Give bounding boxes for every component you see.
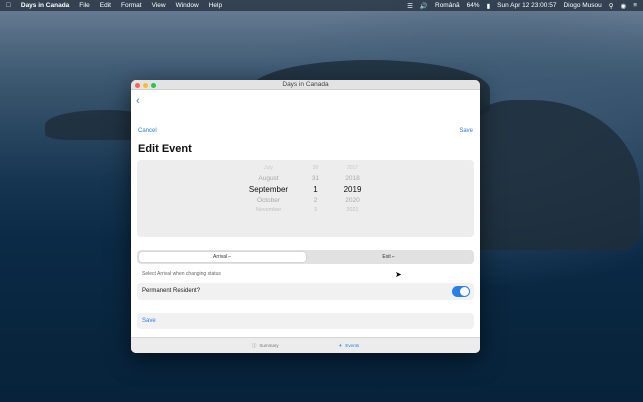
clock[interactable]: Sun Apr 12 23:00:57 — [497, 2, 556, 9]
page-title: Edit Event — [138, 143, 192, 155]
save-button[interactable]: Save — [459, 128, 473, 134]
permanent-resident-toggle[interactable] — [452, 286, 470, 297]
input-source[interactable]: Română — [435, 2, 460, 9]
segment-arrival[interactable]: Arrival ⌐ — [139, 252, 306, 262]
back-chevron-icon[interactable]: ‹ — [136, 95, 140, 107]
segment-exit[interactable]: Exit ⌐ — [306, 252, 473, 262]
menu-file[interactable]: File — [79, 2, 89, 9]
save-row-button[interactable]: Save — [137, 313, 474, 329]
menu-help[interactable]: Help — [209, 2, 222, 9]
menu-window[interactable]: Window — [176, 2, 199, 9]
menu-format[interactable]: Format — [121, 2, 142, 9]
window-title: Days in Canada — [282, 81, 329, 88]
date-picker[interactable]: July 30 2017 August 31 2018 September 1 2019 O… — [137, 160, 474, 237]
mouse-cursor-icon: ➤ — [395, 270, 402, 279]
picker-row-above: August 31 2018 — [258, 175, 360, 182]
app-window: Days in Canada ‹ Cancel Save Edit Event … — [131, 80, 480, 353]
tab-summary[interactable]: ⓘ Summary — [252, 343, 279, 349]
control-center-icon[interactable]: ≡ — [633, 2, 637, 9]
picker-day: 1 — [313, 185, 318, 194]
permanent-resident-label: Permanent Resident? — [142, 288, 201, 294]
apple-icon[interactable]:  — [6, 2, 11, 9]
picker-row-selected: September 1 2019 — [137, 185, 474, 194]
tab-bar: ⓘ Summary ✈ Events — [131, 337, 480, 353]
arrival-exit-segmented-control[interactable]: Arrival ⌐ Exit ⌐ — [137, 250, 474, 264]
info-icon: ⓘ — [251, 342, 257, 348]
battery-percent[interactable]: 64% — [467, 2, 480, 9]
battery-icon[interactable]: ▮ — [487, 2, 491, 10]
menu-view[interactable]: View — [152, 2, 166, 9]
picker-year: 2019 — [343, 185, 362, 194]
tab-events[interactable]: ✈ Events — [339, 343, 360, 349]
siri-icon[interactable]: ◉ — [621, 2, 627, 10]
volume-icon[interactable]: 🔊 — [420, 2, 428, 10]
airplane-icon: ✈ — [338, 342, 343, 348]
menu-bar:  Days in Canada File Edit Format View W… — [0, 0, 643, 11]
close-button[interactable] — [135, 82, 140, 88]
zoom-button[interactable] — [151, 82, 156, 88]
traffic-lights — [135, 82, 156, 88]
minimize-button[interactable] — [143, 82, 148, 88]
menu-app-name[interactable]: Days in Canada — [21, 2, 69, 9]
cancel-button[interactable]: Cancel — [138, 128, 157, 134]
wifi-icon[interactable]: ☰ — [407, 2, 413, 10]
search-icon[interactable]: ⚲ — [609, 2, 614, 10]
picker-month: September — [248, 185, 289, 194]
picker-row-below1: October 2 2020 — [256, 197, 360, 204]
user-name[interactable]: Diogo Musou — [563, 2, 601, 9]
window-titlebar[interactable]: Days in Canada — [131, 80, 480, 90]
segment-hint: Select Arrival when changing status — [142, 271, 221, 277]
picker-row-below2: November 3 2021 — [255, 207, 359, 213]
window-content: ‹ Cancel Save Edit Event July 30 2017 Augu… — [131, 90, 480, 337]
permanent-resident-row: Permanent Resident? — [137, 283, 474, 300]
picker-row-top-fade: July 30 2017 — [264, 165, 359, 171]
menu-edit[interactable]: Edit — [100, 2, 111, 9]
